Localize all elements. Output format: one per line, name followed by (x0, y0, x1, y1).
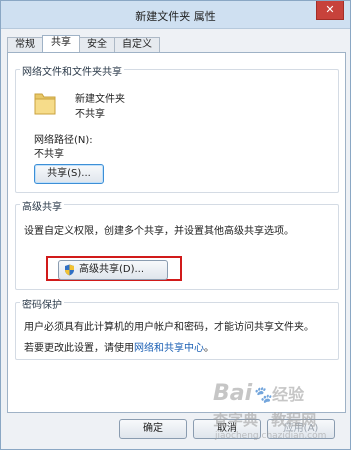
ok-button[interactable]: 确定 (119, 419, 187, 439)
password-change-hint: 若要更改此设置，请使用网络和共享中心。 (24, 339, 214, 354)
folder-icon (34, 93, 56, 115)
tab-label: 常规 (15, 39, 35, 50)
close-button[interactable]: ✕ (316, 1, 344, 20)
advanced-sharing-button[interactable]: 高级共享(D)... (58, 260, 168, 280)
watermark-sub: 查字典 (213, 411, 259, 429)
network-path-label: 网络路径(N): (34, 135, 93, 146)
folder-share-status: 不共享 (75, 109, 105, 120)
watermark-sub2: 教程网 (271, 411, 317, 429)
close-icon: ✕ (325, 3, 335, 16)
watermark-url: jiaocheng.chazidian.com (215, 431, 327, 441)
link-suffix: 。 (204, 343, 214, 354)
title-bar[interactable]: 新建文件夹 属性 ✕ (1, 1, 350, 29)
tab-label: 共享 (51, 37, 71, 48)
sharing-panel: 网络文件和文件夹共享 新建文件夹 不共享 网络路径(N): 不共享 共享(S).… (7, 52, 346, 413)
watermark-brand-suffix: 经验 (272, 385, 305, 404)
folder-name: 新建文件夹 (75, 94, 125, 105)
password-protection-description: 用户必须具有此计算机的用户帐户和密码，才能访问共享文件夹。 (24, 322, 314, 333)
group-title: 网络文件和文件夹共享 (20, 63, 124, 78)
advanced-sharing-button-label: 高级共享(D)... (79, 264, 145, 275)
password-protection-group: 密码保护 用户必须具有此计算机的用户帐户和密码，才能访问共享文件夹。 若要更改此… (15, 296, 339, 360)
share-button[interactable]: 共享(S)... (34, 164, 104, 184)
network-path-value: 不共享 (34, 149, 64, 160)
advanced-sharing-group: 高级共享 设置自定义权限，创建多个共享，并设置其他高级共享选项。 高级共享(D)… (15, 198, 339, 290)
group-title: 密码保护 (20, 296, 64, 311)
tab-customize[interactable]: 自定义 (114, 37, 160, 52)
tab-sharing[interactable]: 共享 (42, 35, 80, 53)
properties-window: 新建文件夹 属性 ✕ 常规 共享 安全 自定义 网络文件和文件夹共享 新建文件夹… (0, 0, 351, 450)
tab-general[interactable]: 常规 (7, 37, 43, 52)
tab-label: 自定义 (122, 39, 152, 50)
tab-security[interactable]: 安全 (79, 37, 115, 52)
network-sharing-center-link[interactable]: 网络和共享中心 (134, 343, 204, 354)
network-sharing-group: 网络文件和文件夹共享 新建文件夹 不共享 网络路径(N): 不共享 共享(S).… (15, 63, 339, 193)
shield-icon (65, 264, 74, 276)
advanced-sharing-description: 设置自定义权限，创建多个共享，并设置其他高级共享选项。 (24, 226, 294, 237)
watermark-brand: Bai (213, 381, 253, 406)
watermark: Bai🐾经验 查字典 教程网 jiaocheng.chazidian.com (213, 381, 327, 441)
window-title: 新建文件夹 属性 (135, 10, 216, 23)
change-text: 若要更改此设置，请使用 (24, 343, 134, 354)
group-title: 高级共享 (20, 198, 64, 213)
tab-label: 安全 (87, 39, 107, 50)
